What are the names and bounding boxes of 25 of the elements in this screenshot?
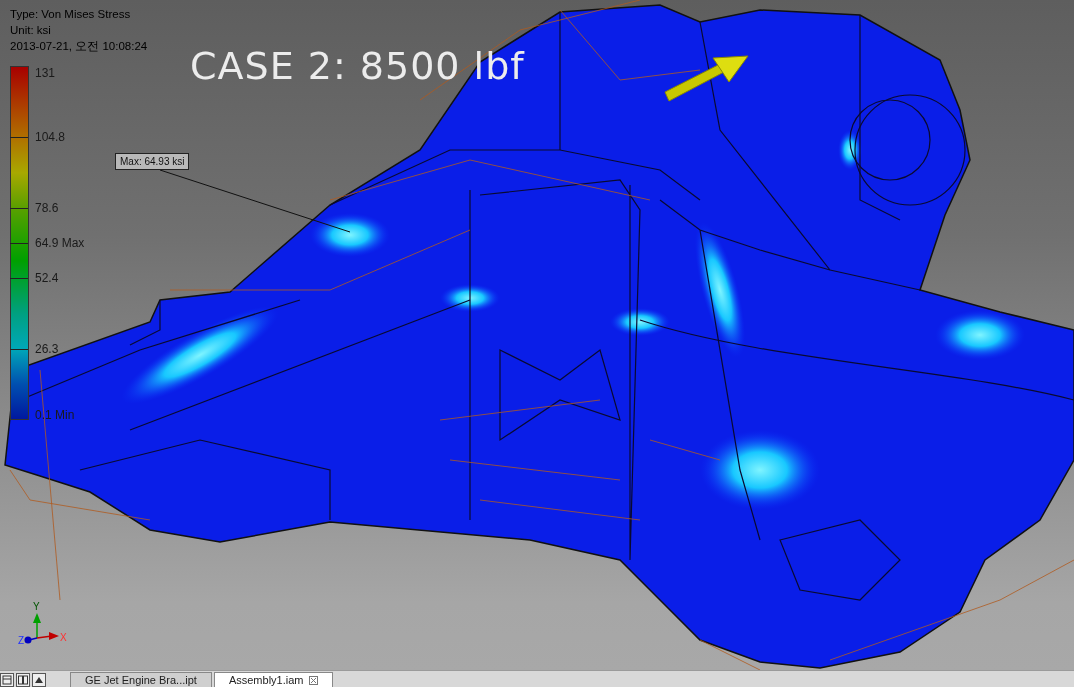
document-tab[interactable]: Assembly1.iam	[213, 672, 334, 687]
close-icon[interactable]	[309, 675, 319, 685]
load-case-title: CASE 2: 8500 lbf	[190, 44, 525, 88]
result-type-label: Type: Von Mises Stress	[10, 7, 132, 22]
tile-windows-button[interactable]	[0, 673, 14, 687]
axis-label: Z	[18, 635, 25, 646]
tile-windows-icon	[2, 675, 12, 685]
axis-label: Y	[33, 601, 40, 612]
axis-triad-drawing	[24, 613, 59, 644]
axis-label: X	[60, 632, 67, 643]
split-view-button[interactable]	[16, 673, 30, 687]
scale-value: 52.4	[35, 271, 59, 286]
timestamp-label: 2013-07-21, 오전 10:08:24	[10, 39, 148, 54]
scale-value: 26.3	[35, 341, 59, 356]
scale-value: 104.8	[35, 130, 66, 145]
scale-value: 78.6	[35, 200, 59, 215]
unit-label: Unit: ksi	[10, 23, 52, 38]
triangle-up-button[interactable]	[32, 673, 46, 687]
max-probe-label: Max: 64.93 ksi	[115, 153, 190, 170]
scale-value: 0.1 Min	[35, 408, 75, 422]
split-view-icon	[18, 675, 28, 685]
scale-value: 64.9 Max	[35, 236, 85, 250]
scale-value: 131	[35, 66, 56, 80]
document-tab[interactable]: GE Jet Engine Bra...ipt	[70, 672, 212, 687]
triangle-up-icon	[34, 675, 44, 685]
